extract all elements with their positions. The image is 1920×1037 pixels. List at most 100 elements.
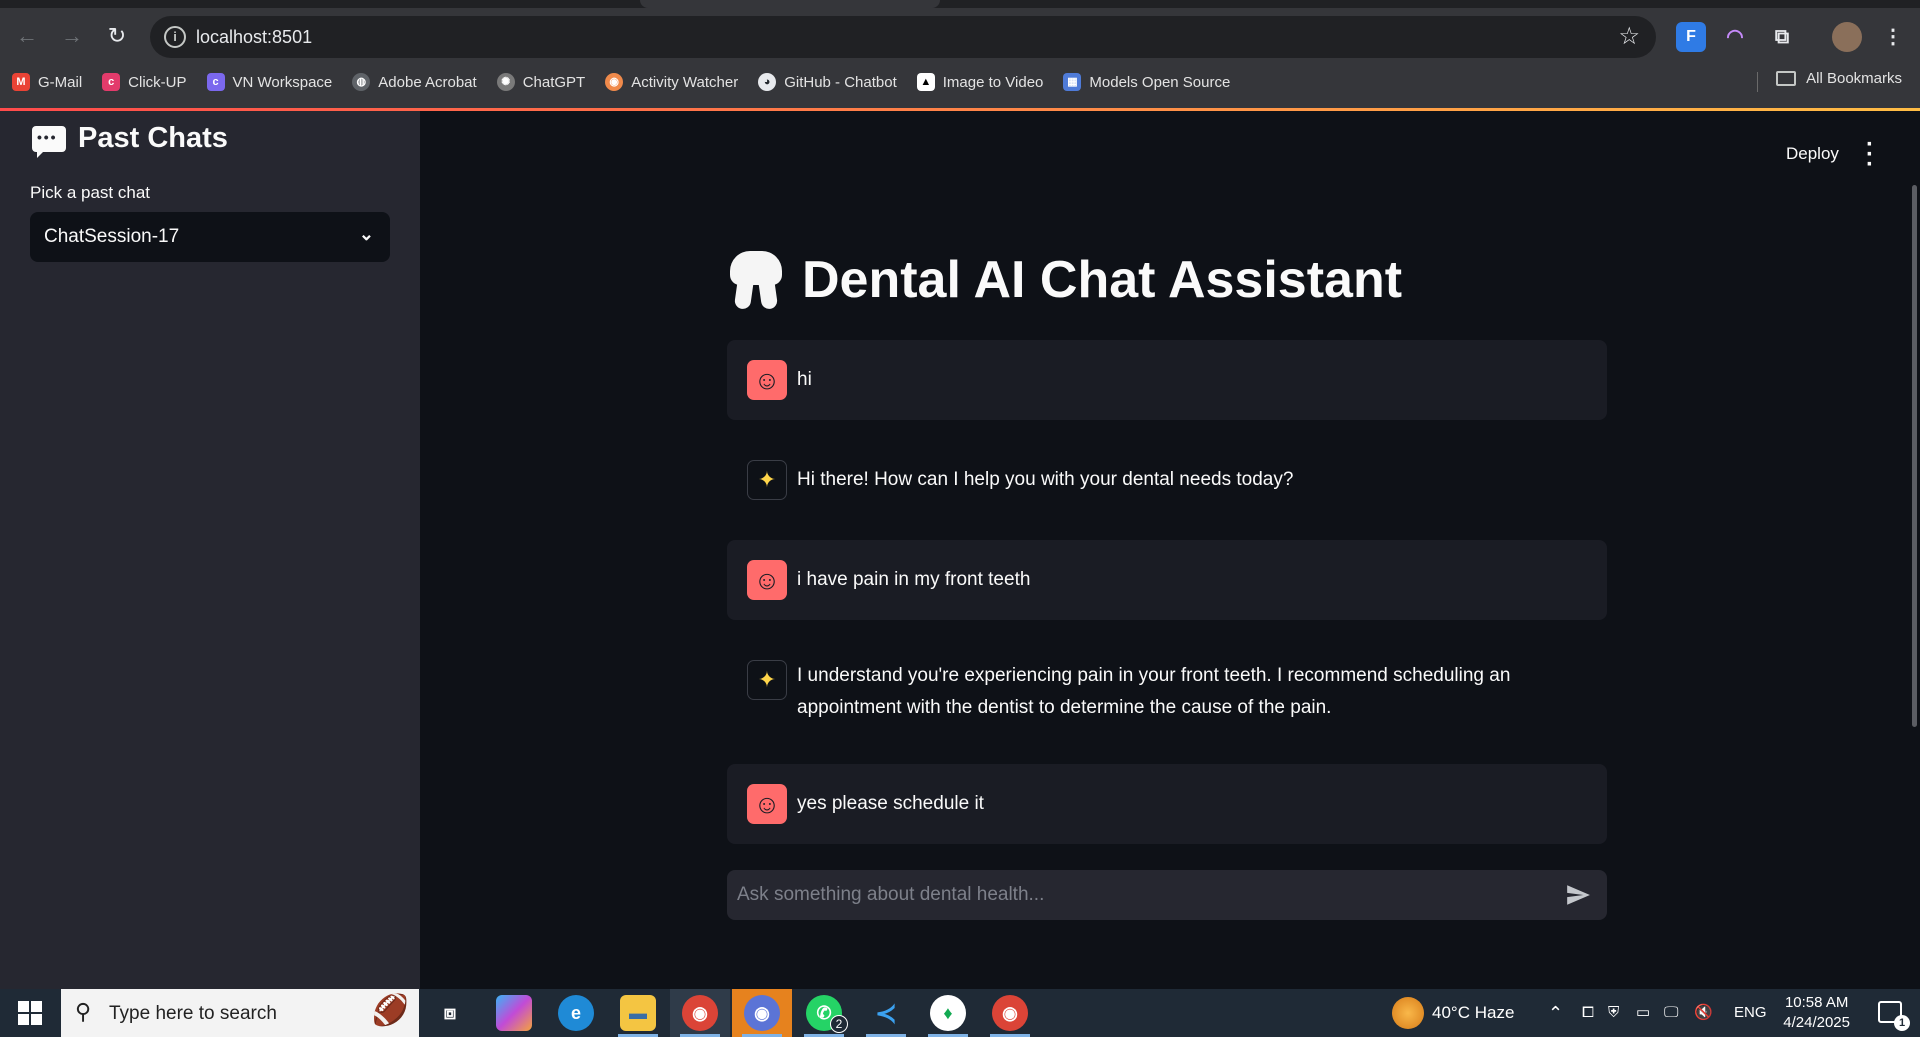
message-text: I understand you're experiencing pain in… bbox=[797, 665, 1511, 718]
send-icon[interactable] bbox=[1565, 882, 1591, 908]
bookmark-label: G-Mail bbox=[38, 73, 83, 91]
notification-count-badge: 1 bbox=[1894, 1015, 1910, 1031]
github-icon: ◕ bbox=[758, 73, 777, 91]
extension-f-icon[interactable]: F bbox=[1676, 22, 1706, 52]
models-icon: ▦ bbox=[1063, 73, 1082, 91]
tooth-icon bbox=[730, 251, 782, 310]
extension-cloud-icon[interactable]: ◠ bbox=[1720, 22, 1750, 52]
sidebar-title-text: Past Chats bbox=[78, 122, 228, 154]
mongodb-task[interactable]: ♦ bbox=[918, 989, 978, 1037]
windows-start-icon[interactable] bbox=[18, 1001, 42, 1025]
navigation-bar: ← → ↻ i localhost:8501 ☆ F ◠ ⧉ ⋮ bbox=[0, 14, 1920, 60]
chrome-task[interactable]: ◉ bbox=[670, 989, 730, 1037]
user-avatar-icon bbox=[747, 360, 787, 400]
openai-icon: ✺ bbox=[496, 73, 515, 91]
message-text: Hi there! How can I help you with your d… bbox=[797, 469, 1294, 490]
bookmark-label: Click-UP bbox=[128, 73, 187, 91]
bookmark-label: Image to Video bbox=[942, 73, 1044, 91]
bookmark-github-chatbot[interactable]: ◕ GitHub - Chatbot bbox=[758, 73, 897, 91]
edge-icon[interactable]: e bbox=[558, 995, 594, 1031]
chrome-second-task[interactable]: ◉ bbox=[980, 989, 1040, 1037]
message-text: hi bbox=[797, 369, 812, 390]
bookmark-label: Adobe Acrobat bbox=[378, 73, 477, 91]
chat-message-assistant: I understand you're experiencing pain in… bbox=[727, 640, 1607, 740]
battery-icon[interactable]: ▭ bbox=[1636, 989, 1650, 1037]
taskbar-search-placeholder: Type here to search bbox=[109, 1003, 277, 1024]
vscode-task[interactable]: ≺ bbox=[856, 989, 916, 1037]
chat-input[interactable] bbox=[727, 870, 1547, 920]
search-icon: ⚲ bbox=[75, 999, 92, 1024]
whatsapp-badge: 2 bbox=[830, 1015, 848, 1033]
bookmark-image-to-video[interactable]: ▲ Image to Video bbox=[916, 73, 1044, 91]
deploy-button[interactable]: Deploy bbox=[1786, 144, 1839, 164]
chrome-icon: ◉ bbox=[992, 995, 1028, 1031]
bookmark-label: GitHub - Chatbot bbox=[784, 73, 897, 91]
taskbar-search-box[interactable]: ⚲ Type here to search 🏈 bbox=[61, 989, 419, 1037]
address-bar[interactable]: i localhost:8501 ☆ bbox=[150, 16, 1656, 58]
chrome-profile-icon: ◉ bbox=[744, 995, 780, 1031]
globe-icon: ◍ bbox=[352, 73, 371, 91]
clock-date: 4/24/2025 bbox=[1783, 1014, 1850, 1031]
chrome-profile-task[interactable]: ◉ bbox=[732, 989, 792, 1037]
tray-app-icon[interactable]: ⧠ bbox=[1582, 989, 1594, 1037]
bookmark-vn-workspace[interactable]: c VN Workspace bbox=[206, 73, 332, 91]
assistant-sparkle-icon bbox=[747, 460, 787, 500]
task-view-icon[interactable]: ⧈ bbox=[432, 995, 468, 1031]
back-arrow-icon[interactable]: ← bbox=[9, 18, 45, 54]
bookmark-models-open-source[interactable]: ▦ Models Open Source bbox=[1063, 73, 1230, 91]
message-text: i have pain in my front teeth bbox=[797, 569, 1031, 590]
bookmarks-divider bbox=[1757, 72, 1758, 92]
chat-message-user: yes please schedule it bbox=[727, 764, 1607, 844]
bookmark-clickup[interactable]: c Click-UP bbox=[102, 73, 187, 91]
chat-message-user: i have pain in my front teeth bbox=[727, 540, 1607, 620]
page-title-text: Dental AI Chat Assistant bbox=[802, 251, 1403, 309]
reload-icon[interactable]: ↻ bbox=[99, 18, 135, 54]
chat-message-assistant: Hi there! How can I help you with your d… bbox=[727, 440, 1607, 520]
watcher-icon: ◉ bbox=[605, 73, 624, 91]
extensions-puzzle-icon[interactable]: ⧉ bbox=[1767, 22, 1797, 52]
chat-input-container bbox=[727, 870, 1607, 920]
all-bookmarks-button[interactable]: All Bookmarks bbox=[1776, 70, 1902, 87]
forward-arrow-icon[interactable]: → bbox=[54, 18, 90, 54]
folder-icon: ▬ bbox=[620, 995, 656, 1031]
past-chat-select-label: Pick a past chat bbox=[30, 183, 151, 202]
assistant-sparkle-icon bbox=[747, 660, 787, 700]
folder-icon bbox=[1776, 71, 1797, 86]
copilot-icon[interactable] bbox=[496, 995, 532, 1031]
bookmark-chatgpt[interactable]: ✺ ChatGPT bbox=[496, 73, 586, 91]
main-menu-icon[interactable]: · · · bbox=[1866, 133, 1874, 177]
weather-icon bbox=[1392, 997, 1424, 1029]
message-text: yes please schedule it bbox=[797, 793, 984, 814]
bookmark-activity-watcher[interactable]: ◉ Activity Watcher bbox=[605, 73, 738, 91]
vscode-icon: ≺ bbox=[875, 998, 897, 1028]
profile-avatar[interactable] bbox=[1832, 22, 1862, 52]
bookmark-adobe-acrobat[interactable]: ◍ Adobe Acrobat bbox=[352, 73, 477, 91]
browser-chrome: ← → ↻ i localhost:8501 ☆ F ◠ ⧉ ⋮ M G-Mai… bbox=[0, 0, 1920, 110]
tray-security-icon[interactable]: ⛨ bbox=[1608, 989, 1619, 1037]
bookmark-star-icon[interactable]: ☆ bbox=[1618, 22, 1640, 51]
page-title: Dental AI Chat Assistant bbox=[730, 250, 1402, 310]
chevron-up-icon[interactable]: ⌃ bbox=[1548, 989, 1563, 1037]
browser-menu-icon[interactable]: ⋮ bbox=[1878, 22, 1908, 52]
site-info-icon[interactable]: i bbox=[164, 26, 186, 48]
bookmarks-bar: M G-Mail c Click-UP c VN Workspace ◍ Ado… bbox=[12, 68, 1250, 96]
weather-text[interactable]: 40°C Haze bbox=[1432, 989, 1514, 1037]
bookmark-label: ChatGPT bbox=[522, 73, 586, 91]
chevron-down-icon: ⌄ bbox=[358, 224, 374, 244]
volume-muted-icon[interactable]: 🔇 bbox=[1694, 989, 1713, 1037]
speech-bubble-icon bbox=[32, 125, 66, 158]
triangle-icon: ▲ bbox=[916, 73, 935, 91]
scrollbar[interactable] bbox=[1912, 185, 1917, 727]
network-icon[interactable]: 🖵 bbox=[1664, 989, 1678, 1037]
active-tab[interactable] bbox=[640, 0, 940, 8]
user-avatar-icon bbox=[747, 560, 787, 600]
file-explorer-task[interactable]: ▬ bbox=[608, 989, 668, 1037]
system-clock[interactable]: 10:58 AM 4/24/2025 bbox=[1783, 993, 1850, 1033]
user-avatar-icon bbox=[747, 784, 787, 824]
whatsapp-task[interactable]: ✆ 2 bbox=[794, 989, 854, 1037]
url-text[interactable]: localhost:8501 bbox=[196, 27, 312, 48]
windows-taskbar: ⚲ Type here to search 🏈 ⧈ e ▬ ◉ ◉ ✆ 2 ≺ … bbox=[0, 989, 1920, 1037]
bookmark-gmail[interactable]: M G-Mail bbox=[12, 73, 82, 91]
language-indicator[interactable]: ENG bbox=[1734, 989, 1767, 1037]
past-chat-select[interactable]: ChatSession-17 ⌄ bbox=[30, 212, 390, 262]
